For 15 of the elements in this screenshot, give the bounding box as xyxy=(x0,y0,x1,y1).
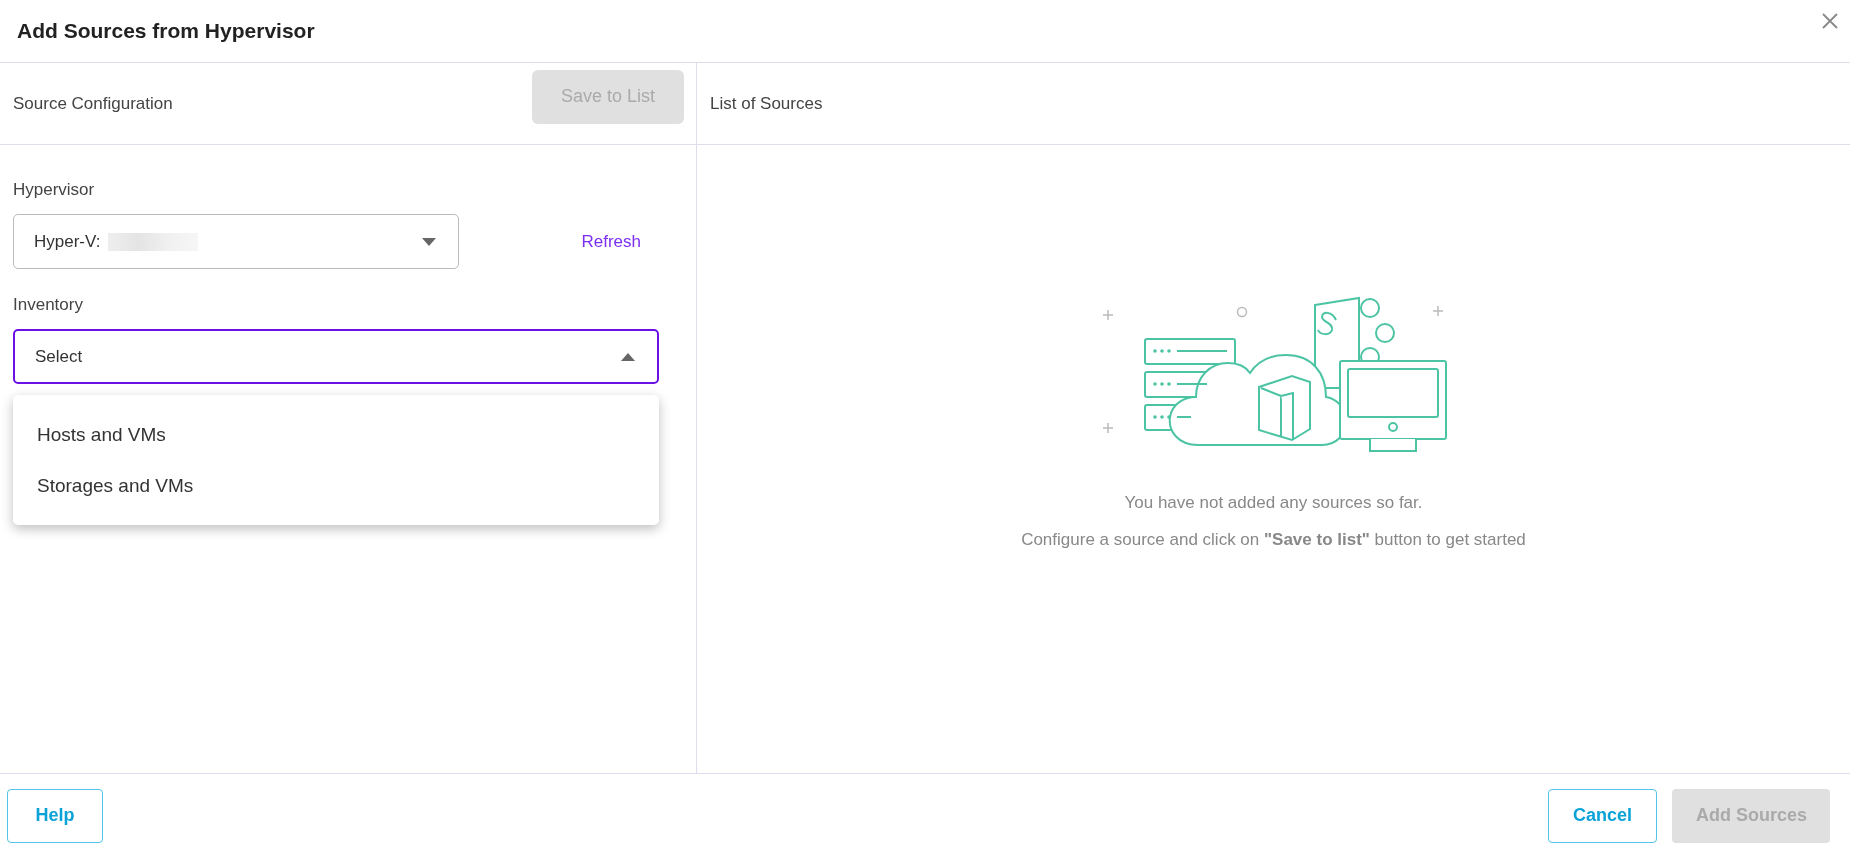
close-icon[interactable] xyxy=(1820,11,1840,31)
menu-option[interactable]: Storages and VMs xyxy=(13,460,659,511)
menu-option[interactable]: Hosts and VMs xyxy=(13,409,659,460)
dropdown-field[interactable]: Hyper-V: xyxy=(13,214,459,269)
empty-message: You have not added any sources so far. xyxy=(1124,492,1423,514)
panel-title: List of Sources xyxy=(710,93,823,114)
empty-hint: Configure a source and click on "Save to list" button to get started xyxy=(1021,529,1526,551)
caret-icon xyxy=(422,237,436,246)
panel-title: Source Configuration xyxy=(13,93,173,114)
caret-icon xyxy=(621,352,635,361)
refresh-link[interactable]: Refresh xyxy=(581,231,641,252)
field-label: Hypervisor xyxy=(13,180,96,200)
field-label: Inventory xyxy=(13,295,84,315)
dialog-title: Add Sources from Hypervisor xyxy=(17,19,315,43)
dropdown-field[interactable]: Select xyxy=(13,329,659,384)
